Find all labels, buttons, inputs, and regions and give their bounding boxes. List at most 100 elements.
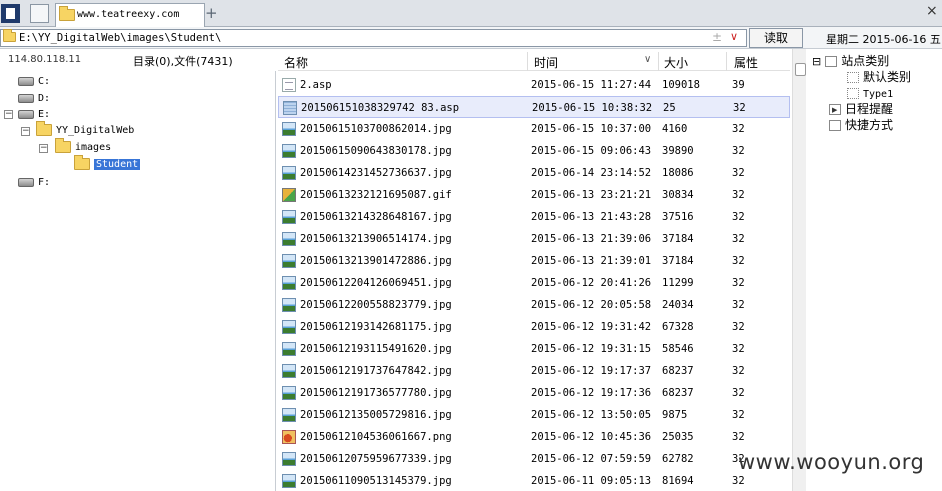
file-row[interactable]: 20150613214328648167.jpg 2015-06-13 21:43… — [278, 206, 790, 228]
file-size: 11299 — [662, 277, 694, 289]
tree-item-images[interactable]: images — [55, 138, 111, 156]
collapse-icon[interactable]: − — [21, 127, 30, 136]
file-row[interactable]: 20150613213906514174.jpg 2015-06-13 21:39… — [278, 228, 790, 250]
file-img-icon — [282, 254, 296, 268]
file-row[interactable]: 2.asp 2015-06-15 11:27:44 109018 39 — [278, 74, 790, 96]
file-time: 2015-06-12 19:31:42 — [531, 321, 652, 333]
file-attr: 32 — [732, 387, 745, 399]
file-row[interactable]: 20150613213901472886.jpg 2015-06-13 21:39… — [278, 250, 790, 272]
panel-toggle-icon[interactable] — [1, 4, 20, 23]
file-time: 2015-06-11 09:05:13 — [531, 475, 652, 487]
sort-down-icon[interactable]: ∨ — [644, 54, 651, 65]
tree-item-e[interactable]: E: — [18, 107, 50, 123]
folder-icon — [55, 138, 71, 153]
drive-icon — [18, 76, 34, 86]
file-row[interactable]: 20150615090643830178.jpg 2015-06-15 09:06… — [278, 140, 790, 162]
file-name: 2.asp — [300, 79, 332, 91]
file-attr: 32 — [732, 321, 745, 333]
file-row[interactable]: 20150612193115491620.jpg 2015-06-12 19:31… — [278, 338, 790, 360]
file-row[interactable]: 20150612193142681175.jpg 2015-06-12 19:31… — [278, 316, 790, 338]
type1-node[interactable]: Type1 — [847, 85, 893, 101]
drive-icon — [18, 93, 34, 103]
file-img-icon — [282, 408, 296, 422]
shortcut-node[interactable]: 快捷方式 — [829, 117, 893, 133]
scroll-thumb[interactable] — [795, 63, 806, 76]
column-time[interactable]: 时间 — [534, 54, 558, 70]
file-size: 25 — [663, 102, 676, 114]
column-divider[interactable] — [726, 52, 727, 71]
column-divider[interactable] — [658, 52, 659, 71]
file-row[interactable]: 201506151038329742 83.asp 2015-06-15 10:3… — [278, 96, 790, 118]
tree-item-c[interactable]: C: — [18, 74, 50, 90]
column-name[interactable]: 名称 — [284, 54, 308, 70]
default-category-node[interactable]: 默认类别 — [847, 69, 911, 85]
file-img-icon — [282, 210, 296, 224]
category-icon — [847, 88, 859, 99]
file-name: 20150612193115491620.jpg — [300, 343, 452, 355]
column-attr[interactable]: 属性 — [734, 54, 758, 70]
file-row[interactable]: 20150615103700862014.jpg 2015-06-15 10:37… — [278, 118, 790, 140]
column-divider[interactable] — [527, 52, 528, 71]
file-row[interactable]: 20150612191736577780.jpg 2015-06-12 19:17… — [278, 382, 790, 404]
file-attr: 32 — [732, 255, 745, 267]
collapse-icon[interactable]: − — [39, 144, 48, 153]
tree-item-f[interactable]: F: — [18, 175, 50, 191]
directory-tree: C: D: − E: − YY_DigitalWeb − images Stud… — [0, 71, 276, 491]
tab-bar: www.teatreexy.com + × — [0, 0, 942, 27]
file-name: 20150615103700862014.jpg — [300, 123, 452, 135]
file-size: 109018 — [662, 79, 700, 91]
file-time: 2015-06-12 07:59:59 — [531, 453, 652, 465]
collapse-icon[interactable]: ⊟ — [812, 55, 821, 68]
file-row[interactable]: 20150614231452736637.jpg 2015-06-14 23:14… — [278, 162, 790, 184]
file-name: 20150612191737647842.jpg — [300, 365, 452, 377]
file-row[interactable]: 20150612204126069451.jpg 2015-06-12 20:41… — [278, 272, 790, 294]
file-attr: 32 — [732, 277, 745, 289]
file-attr: 39 — [732, 79, 745, 91]
file-row[interactable]: 20150612200558823779.jpg 2015-06-12 20:05… — [278, 294, 790, 316]
file-row[interactable]: 20150613232121695087.gif 2015-06-13 23:21… — [278, 184, 790, 206]
file-attr: 32 — [732, 123, 745, 135]
schedule-reminder-node[interactable]: 日程提醒 — [829, 101, 893, 118]
path-input[interactable]: E:\YY_DigitalWeb\images\Student\ ± ∨ — [0, 29, 747, 47]
file-row[interactable]: 20150612191737647842.jpg 2015-06-12 19:17… — [278, 360, 790, 382]
close-icon[interactable]: × — [926, 3, 938, 19]
new-tab-icon[interactable]: + — [205, 4, 218, 22]
file-attr: 32 — [732, 167, 745, 179]
file-size: 18086 — [662, 167, 694, 179]
file-row[interactable]: 20150612135005729816.jpg 2015-06-12 13:50… — [278, 404, 790, 426]
pin-icon[interactable]: ± — [712, 30, 722, 44]
server-ip: 114.80.118.11 — [8, 54, 82, 65]
file-size: 68237 — [662, 365, 694, 377]
file-name: 20150613213906514174.jpg — [300, 233, 452, 245]
file-size: 24034 — [662, 299, 694, 311]
read-button[interactable]: 读取 — [749, 28, 803, 48]
file-row[interactable]: 20150612104536061667.png 2015-06-12 10:45… — [278, 426, 790, 448]
tab-teatreexy[interactable]: www.teatreexy.com — [55, 3, 205, 27]
file-time: 2015-06-13 21:43:28 — [531, 211, 652, 223]
site-category-node[interactable]: ⊟ 站点类别 — [812, 53, 889, 69]
tree-item-student[interactable]: Student — [74, 155, 141, 173]
file-attr: 32 — [732, 233, 745, 245]
file-attr: 32 — [732, 343, 745, 355]
file-img-icon — [282, 386, 296, 400]
tree-item-d[interactable]: D: — [18, 91, 50, 107]
folder-icon — [36, 121, 52, 136]
file-time: 2015-06-15 09:06:43 — [531, 145, 652, 157]
file-time: 2015-06-13 21:39:06 — [531, 233, 652, 245]
tree-item-yy-digitalweb[interactable]: YY_DigitalWeb — [36, 121, 134, 139]
file-name: 20150612200558823779.jpg — [300, 299, 452, 311]
file-time: 2015-06-14 23:14:52 — [531, 167, 652, 179]
file-img-icon — [282, 452, 296, 466]
file-attr: 32 — [733, 102, 746, 114]
file-gif-icon — [282, 188, 296, 202]
vertical-scrollbar[interactable] — [792, 49, 806, 491]
chevron-down-icon[interactable]: ∨ — [730, 30, 738, 43]
collapse-icon[interactable]: − — [4, 110, 13, 119]
file-time: 2015-06-12 20:41:26 — [531, 277, 652, 289]
file-row[interactable]: 20150611090513145379.jpg 2015-06-11 09:05… — [278, 470, 790, 491]
blank-tab-icon[interactable] — [30, 4, 49, 23]
tab-label: www.teatreexy.com — [77, 9, 180, 20]
file-name: 20150612191736577780.jpg — [300, 387, 452, 399]
column-size[interactable]: 大小 — [664, 54, 688, 70]
file-row[interactable]: 20150612075959677339.jpg 2015-06-12 07:59… — [278, 448, 790, 470]
